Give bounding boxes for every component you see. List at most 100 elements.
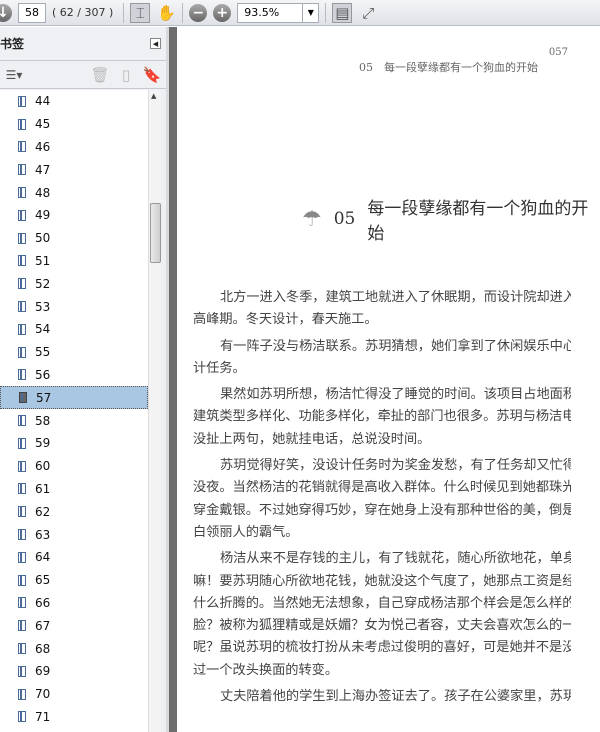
text-line: 建筑类型多样化、功能多样化，牵扯的部门也很多。苏玥与杨洁电话里 bbox=[193, 409, 571, 425]
bookmark-item[interactable]: 63 bbox=[0, 523, 148, 546]
bookmark-label: 58 bbox=[35, 413, 51, 428]
bookmark-icon bbox=[18, 506, 26, 518]
bookmark-item[interactable]: 56 bbox=[0, 364, 148, 387]
bookmark-item[interactable]: 66 bbox=[0, 592, 148, 615]
text-line: 穿金戴银。不过她穿得巧妙，穿在她身上没有那种世俗的美，倒是颇有 bbox=[193, 502, 571, 518]
bookmark-item[interactable]: 68 bbox=[0, 637, 148, 660]
text-line: 嘛！要苏玥随心所欲地花钱，她就没这个气度了，她那点工资是经不起 bbox=[193, 573, 571, 589]
bookmark-label: 44 bbox=[35, 94, 51, 109]
bookmark-item[interactable]: 47 bbox=[0, 158, 148, 181]
bookmark-item[interactable]: 69 bbox=[0, 660, 148, 683]
bookmark-label: 49 bbox=[35, 208, 51, 223]
panel-splitter[interactable] bbox=[166, 27, 177, 732]
bookmark-item[interactable]: 44 bbox=[0, 90, 148, 113]
bookmark-label: 55 bbox=[35, 345, 51, 360]
bookmark-icon bbox=[18, 209, 26, 221]
bookmark-label: 66 bbox=[35, 595, 51, 610]
chevron-down-icon[interactable]: ▼ bbox=[302, 3, 318, 22]
hand-tool-icon[interactable]: ✋ bbox=[156, 3, 176, 23]
bookmark-label: 47 bbox=[35, 162, 51, 177]
separator bbox=[123, 2, 125, 23]
zoom-select[interactable]: 93.5% ▼ bbox=[237, 2, 320, 23]
bookmark-icon bbox=[18, 437, 26, 449]
expand-bookmark-icon[interactable]: ▯ bbox=[116, 65, 136, 85]
bookmark-icon bbox=[18, 232, 26, 244]
bookmark-icon bbox=[18, 688, 26, 700]
text-line: 果然如苏玥所想，杨洁忙得没了睡觉的时间。该项目占地面积大， bbox=[220, 387, 571, 403]
bookmark-item[interactable]: 61 bbox=[0, 478, 148, 501]
scrollbar[interactable]: ▲ bbox=[148, 90, 161, 732]
bookmark-icon bbox=[18, 323, 26, 335]
bookmark-item[interactable]: 45 bbox=[0, 113, 148, 136]
bookmark-label: 56 bbox=[35, 367, 51, 382]
bookmark-item[interactable]: 67 bbox=[0, 614, 148, 637]
bookmark-item[interactable]: 48 bbox=[0, 181, 148, 204]
document-page: 05 每一段孽缘都有一个狗血的开始 057 ☂ 05 每一段孽缘都有一个狗血的开… bbox=[177, 27, 600, 732]
next-page-button[interactable]: ↓ bbox=[0, 3, 12, 22]
bookmark-icon bbox=[18, 597, 26, 609]
bookmark-icon bbox=[18, 369, 26, 381]
text-line: 高峰期。冬天设计，春天施工。 bbox=[193, 312, 378, 328]
bookmark-label: 68 bbox=[35, 641, 51, 656]
bookmark-item[interactable]: 51 bbox=[0, 250, 148, 273]
bookmark-item[interactable]: 55 bbox=[0, 341, 148, 364]
collapse-panel-button[interactable]: ◀ bbox=[150, 38, 161, 49]
bookmark-item[interactable]: 64 bbox=[0, 546, 148, 569]
text-line: 丈夫陪着他的学生到上海办签证去了。孩子在公婆家里，苏玥感到 bbox=[220, 689, 571, 705]
text-line: 过一个改头换面的转变。 bbox=[193, 662, 339, 678]
toolbar: ↓ 58 ( 62 / 307 ) ⌶ ✋ − + 93.5% ▼ ▤ ⤢ bbox=[0, 0, 600, 26]
bookmark-label: 70 bbox=[35, 687, 51, 702]
bookmark-icon bbox=[18, 278, 26, 290]
bookmark-icon bbox=[18, 164, 26, 176]
new-bookmark-icon[interactable]: 🔖 bbox=[142, 65, 162, 85]
page-number-input[interactable]: 58 bbox=[18, 2, 46, 23]
fit-width-icon[interactable]: ⤢ bbox=[358, 3, 378, 23]
fit-page-icon[interactable]: ▤ bbox=[332, 2, 353, 23]
bookmark-item[interactable]: 62 bbox=[0, 500, 148, 523]
running-head: 05 每一段孽缘都有一个狗血的开始 bbox=[359, 61, 538, 74]
text-line: 计任务。 bbox=[193, 360, 246, 376]
bookmark-label: 69 bbox=[35, 664, 51, 679]
bookmark-label: 59 bbox=[35, 436, 51, 451]
bookmark-item[interactable]: 49 bbox=[0, 204, 148, 227]
bookmark-label: 62 bbox=[35, 504, 51, 519]
bookmark-item[interactable]: 60 bbox=[0, 455, 148, 478]
bookmark-item[interactable]: 65 bbox=[0, 569, 148, 592]
bookmark-item[interactable]: 71 bbox=[0, 706, 148, 729]
bookmark-item[interactable]: 52 bbox=[0, 272, 148, 295]
bookmark-item[interactable]: 59 bbox=[0, 432, 148, 455]
bookmark-icon bbox=[18, 118, 26, 130]
bookmark-label: 57 bbox=[36, 390, 52, 405]
bookmark-label: 48 bbox=[35, 185, 51, 200]
bookmark-icon bbox=[18, 574, 26, 586]
text-line: 有一阵子没与杨洁联系。苏玥猜想，她们拿到了休闲娱乐中心的设 bbox=[220, 338, 571, 354]
zoom-out-button[interactable]: − bbox=[189, 3, 208, 22]
zoom-value: 93.5% bbox=[244, 6, 280, 19]
bookmark-label: 50 bbox=[35, 231, 51, 246]
select-tool-icon[interactable]: ⌶ bbox=[130, 2, 151, 23]
options-menu-icon[interactable]: ☰▾ bbox=[4, 65, 24, 85]
bookmark-item[interactable]: 50 bbox=[0, 227, 148, 250]
separator bbox=[182, 2, 184, 23]
bookmark-item[interactable]: 54 bbox=[0, 318, 148, 341]
bookmark-label: 61 bbox=[35, 481, 51, 496]
bookmark-item[interactable]: 46 bbox=[0, 136, 148, 159]
bookmark-item[interactable]: 57 bbox=[0, 386, 148, 410]
bookmark-item[interactable]: 58 bbox=[0, 409, 148, 432]
scroll-up-icon[interactable]: ▲ bbox=[151, 92, 156, 100]
text-line: 没夜。当然杨洁的花销就得是高收入群体。什么时候见到她都珠光宝气， bbox=[193, 480, 571, 496]
bookmark-icon bbox=[18, 665, 26, 677]
bookmark-icon bbox=[18, 460, 26, 472]
text-line: 杨洁从来不是存钱的主儿，有了钱就花，随心所欲地花，单身贵族 bbox=[220, 551, 571, 567]
bookmark-label: 63 bbox=[35, 527, 51, 542]
bookmark-item[interactable]: 70 bbox=[0, 683, 148, 706]
bookmark-label: 51 bbox=[35, 253, 51, 268]
bookmark-label: 65 bbox=[35, 573, 51, 588]
bookmark-item[interactable]: 53 bbox=[0, 295, 148, 318]
zoom-in-button[interactable]: + bbox=[213, 3, 232, 22]
page-count: ( 62 / 307 ) bbox=[52, 6, 114, 19]
text-line: 白领丽人的霸气。 bbox=[193, 524, 299, 540]
delete-bookmark-icon[interactable]: 🗑 bbox=[90, 65, 110, 85]
scrollbar-thumb[interactable] bbox=[150, 203, 161, 263]
bookmark-icon bbox=[18, 255, 26, 267]
